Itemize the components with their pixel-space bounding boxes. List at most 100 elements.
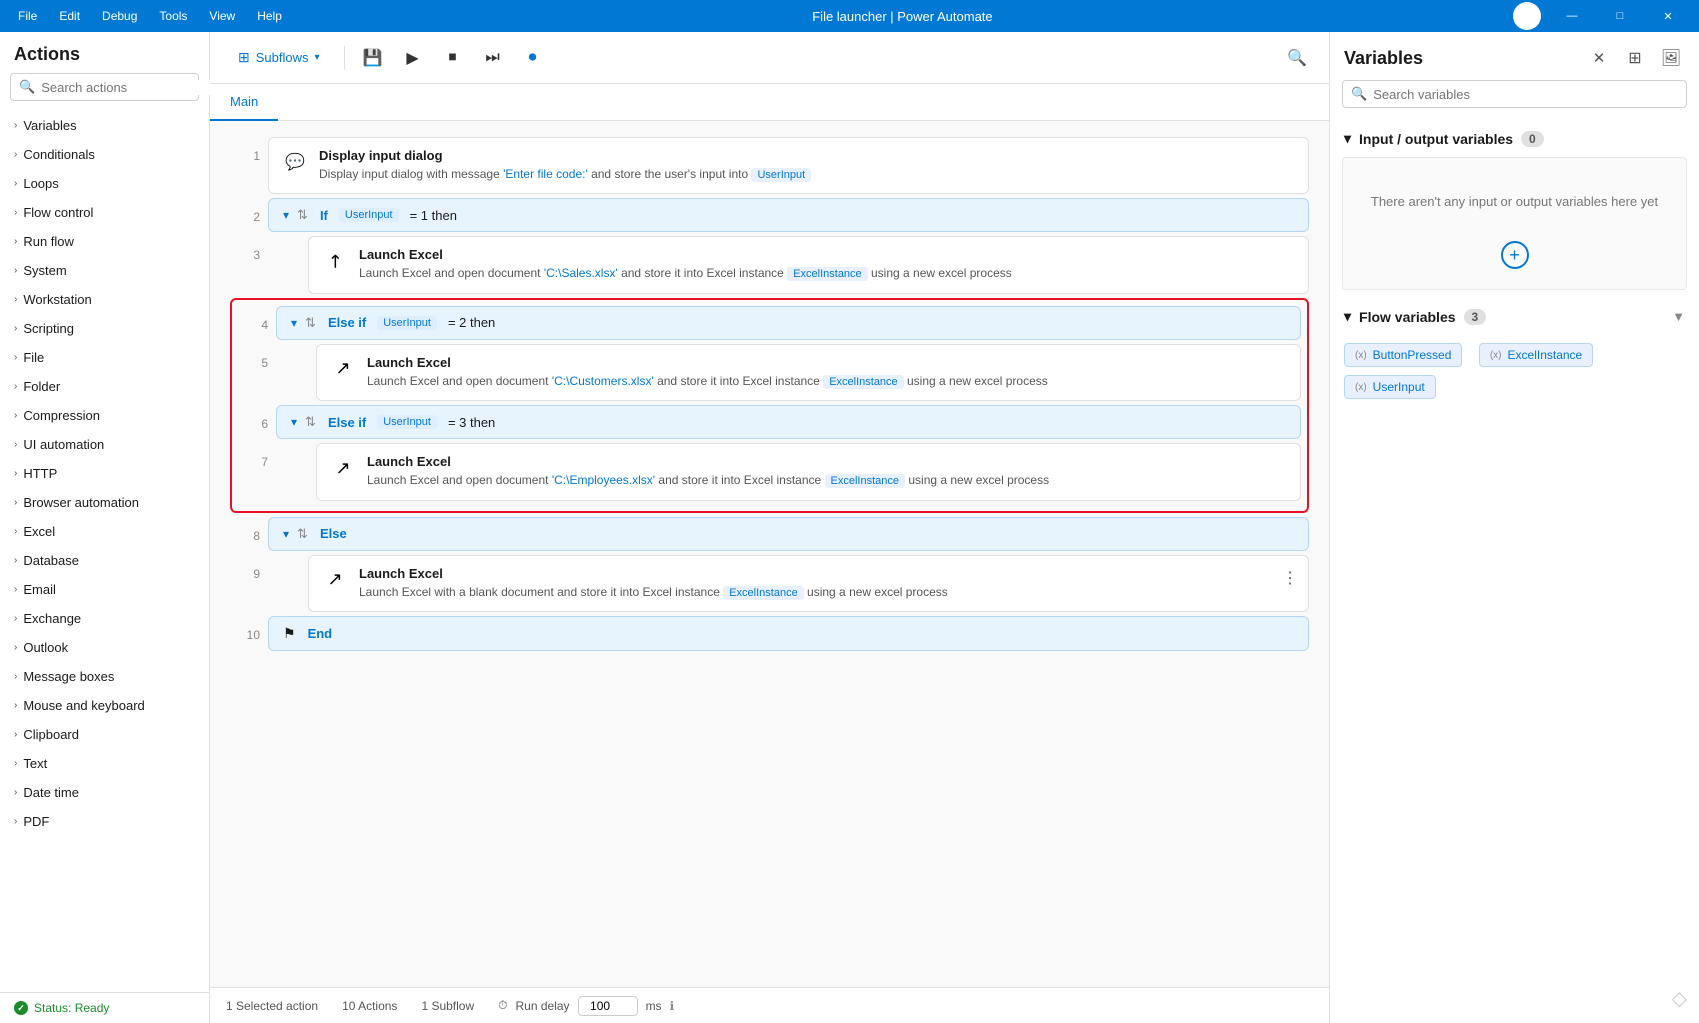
flow-count-badge: 3 xyxy=(1464,309,1487,325)
step-desc-7: Launch Excel and open document 'C:\Emplo… xyxy=(367,472,1286,489)
menu-tools[interactable]: Tools xyxy=(149,5,197,27)
actions-list: › Variables › Conditionals › Loops › Flo… xyxy=(0,111,209,992)
else-if-operator-2: = 3 then xyxy=(448,415,495,430)
collapse-icon[interactable]: ▾ xyxy=(283,208,289,222)
badge-userinput-1: UserInput xyxy=(751,168,811,182)
end-block[interactable]: ⚑ End xyxy=(268,616,1309,651)
action-item-email[interactable]: › Email xyxy=(0,575,209,604)
menu-bar[interactable]: File Edit Debug Tools View Help xyxy=(8,5,292,27)
flow-section-header[interactable]: ▾ Flow variables 3 ▼ xyxy=(1330,298,1699,335)
menu-view[interactable]: View xyxy=(199,5,245,27)
close-button[interactable]: ✕ xyxy=(1645,0,1691,32)
var-name-2: ExcelInstance xyxy=(1508,348,1583,362)
search-button[interactable]: 🔍 xyxy=(1281,42,1313,74)
step-content-5: ↗ Launch Excel Launch Excel and open doc… xyxy=(316,344,1301,401)
else-if-operator-1: = 2 then xyxy=(448,315,495,330)
subflows-button[interactable]: ⊞ Subflows ▾ xyxy=(226,43,332,72)
record-button[interactable]: ⏺ xyxy=(517,42,549,74)
minimize-button[interactable]: — xyxy=(1549,0,1595,32)
step-content-1: 💬 Display input dialog Display input dia… xyxy=(268,137,1309,194)
step-block-launch-excel-3[interactable]: ↗ Launch Excel Launch Excel and open doc… xyxy=(316,443,1301,500)
stop-button[interactable]: ⏹ xyxy=(437,42,469,74)
variables-image-icon[interactable]: 🖼 xyxy=(1657,44,1685,72)
step-number-10: 10 xyxy=(230,616,260,642)
else-if-block-1[interactable]: ▾ ⇅ Else if UserInput = 2 then xyxy=(276,306,1301,340)
action-item-file[interactable]: › File xyxy=(0,343,209,372)
step-number-9: 9 xyxy=(230,555,260,581)
var-chip-user-input[interactable]: (x) UserInput xyxy=(1344,375,1436,399)
filter-icon[interactable]: ▼ xyxy=(1672,309,1685,324)
flow-collapse-icon[interactable]: ▾ xyxy=(1344,308,1351,325)
maximize-button[interactable]: □ xyxy=(1597,0,1643,32)
variables-close-button[interactable]: ✕ xyxy=(1585,44,1613,72)
action-item-system[interactable]: › System xyxy=(0,256,209,285)
else-block[interactable]: ▾ ⇅ Else xyxy=(268,517,1309,551)
step-block-launch-excel-2[interactable]: ↗ Launch Excel Launch Excel and open doc… xyxy=(316,344,1301,401)
collapse-icon-2[interactable]: ▾ xyxy=(291,316,297,330)
action-item-pdf[interactable]: › PDF xyxy=(0,807,209,836)
action-item-text[interactable]: › Text xyxy=(0,749,209,778)
menu-file[interactable]: File xyxy=(8,5,47,27)
var-chip-button-pressed[interactable]: (x) ButtonPressed xyxy=(1344,343,1462,367)
if-block[interactable]: ▾ ⇅ If UserInput = 1 then xyxy=(268,198,1309,232)
step-menu-button[interactable]: ⋮ xyxy=(1282,568,1298,588)
subflows-label: Subflows xyxy=(256,50,309,65)
variables-search-input[interactable] xyxy=(1373,87,1678,102)
action-item-scripting[interactable]: › Scripting xyxy=(0,314,209,343)
window-controls[interactable]: — □ ✕ xyxy=(1549,0,1691,32)
badge-excel-instance-1: ExcelInstance xyxy=(787,267,867,281)
else-if-block-2[interactable]: ▾ ⇅ Else if UserInput = 3 then xyxy=(276,405,1301,439)
action-item-database[interactable]: › Database xyxy=(0,546,209,575)
variables-layers-icon[interactable]: ⊞ xyxy=(1621,44,1649,72)
run-delay-input[interactable] xyxy=(578,996,638,1016)
action-item-datetime[interactable]: › Date time xyxy=(0,778,209,807)
action-item-clipboard[interactable]: › Clipboard xyxy=(0,720,209,749)
action-item-message-boxes[interactable]: › Message boxes xyxy=(0,662,209,691)
tab-main[interactable]: Main xyxy=(210,84,278,121)
flow-step-7: 7 ↗ Launch Excel Launch Excel and open d… xyxy=(238,443,1301,500)
io-collapse-icon[interactable]: ▾ xyxy=(1344,130,1351,147)
actions-search-input[interactable] xyxy=(41,80,217,95)
action-item-workstation[interactable]: › Workstation xyxy=(0,285,209,314)
collapse-icon-4[interactable]: ▾ xyxy=(283,527,289,541)
chevron-icon: › xyxy=(14,642,17,653)
action-item-run-flow[interactable]: › Run flow xyxy=(0,227,209,256)
collapse-icon-3[interactable]: ▾ xyxy=(291,415,297,429)
step-block-display-input[interactable]: 💬 Display input dialog Display input dia… xyxy=(268,137,1309,194)
variables-search-box[interactable]: 🔍 xyxy=(1342,80,1687,108)
action-item-outlook[interactable]: › Outlook xyxy=(0,633,209,662)
step-info-7: Launch Excel Launch Excel and open docum… xyxy=(367,454,1286,489)
var-chip-excel-instance[interactable]: (x) ExcelInstance xyxy=(1479,343,1593,367)
action-item-exchange[interactable]: › Exchange xyxy=(0,604,209,633)
step-block-launch-excel-1[interactable]: ↗ Launch Excel Launch Excel and open doc… xyxy=(308,236,1309,293)
action-item-ui-automation[interactable]: › UI automation xyxy=(0,430,209,459)
link-enter-code: 'Enter file code:' xyxy=(503,167,588,181)
menu-edit[interactable]: Edit xyxy=(49,5,90,27)
action-item-http[interactable]: › HTTP xyxy=(0,459,209,488)
action-item-variables[interactable]: › Variables xyxy=(0,111,209,140)
step-title-7: Launch Excel xyxy=(367,454,1286,469)
step-content-10: ⚑ End xyxy=(268,616,1309,651)
actions-search-box[interactable]: 🔍 xyxy=(10,73,199,101)
run-button[interactable]: ▶ xyxy=(397,42,429,74)
action-item-browser-automation[interactable]: › Browser automation xyxy=(0,488,209,517)
action-item-loops[interactable]: › Loops xyxy=(0,169,209,198)
action-item-conditionals[interactable]: › Conditionals xyxy=(0,140,209,169)
menu-help[interactable]: Help xyxy=(247,5,292,27)
action-item-flow-control[interactable]: › Flow control xyxy=(0,198,209,227)
flow-canvas[interactable]: 1 💬 Display input dialog Display input d… xyxy=(210,121,1329,987)
save-button[interactable]: 💾 xyxy=(357,42,389,74)
action-item-excel[interactable]: › Excel xyxy=(0,517,209,546)
action-item-compression[interactable]: › Compression xyxy=(0,401,209,430)
action-item-mouse-keyboard[interactable]: › Mouse and keyboard xyxy=(0,691,209,720)
subflows-chevron: ▾ xyxy=(314,52,319,63)
io-section-header[interactable]: ▾ Input / output variables 0 xyxy=(1330,120,1699,157)
menu-debug[interactable]: Debug xyxy=(92,5,147,27)
step-button[interactable]: ⏭ xyxy=(477,42,509,74)
io-add-variable-button[interactable]: + xyxy=(1501,241,1529,269)
action-item-folder[interactable]: › Folder xyxy=(0,372,209,401)
step-block-launch-excel-blank[interactable]: ↗ Launch Excel Launch Excel with a blank… xyxy=(308,555,1309,612)
user-avatar[interactable] xyxy=(1513,2,1541,30)
flow-step-10: 10 ⚑ End xyxy=(230,616,1309,651)
total-actions-count: 10 Actions xyxy=(342,999,397,1013)
